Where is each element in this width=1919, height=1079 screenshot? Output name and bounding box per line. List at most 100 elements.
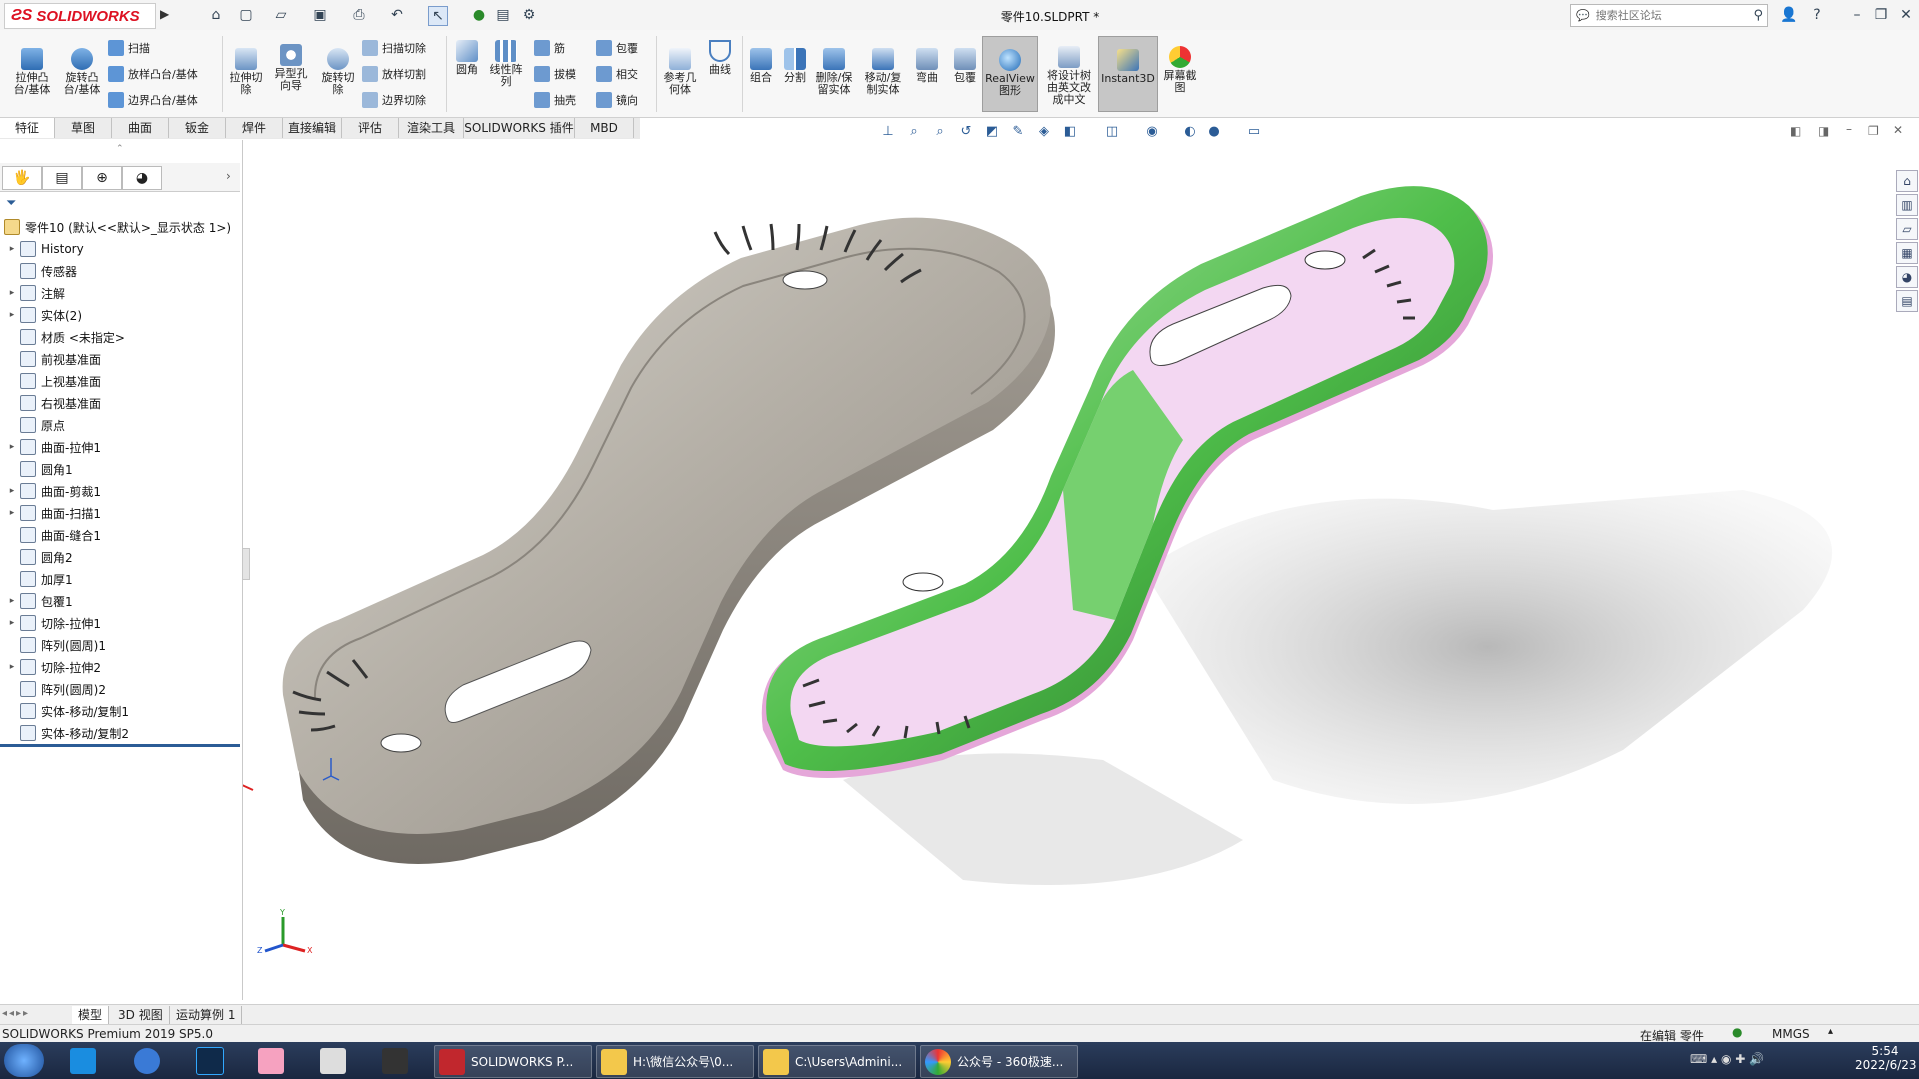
units-arrow-icon[interactable]: ▴ — [1828, 1026, 1833, 1037]
rebuild-status-icon[interactable]: ● — [1732, 1025, 1742, 1039]
curves-button[interactable]: 曲线 — [704, 40, 736, 76]
tree-item-material[interactable]: 材质 <未指定> — [0, 326, 125, 348]
extrude-boss-button[interactable]: 拉伸凸 台/基体 — [8, 48, 56, 96]
tab-render-tools[interactable]: 渲染工具 — [399, 118, 464, 138]
boundary-cut-button[interactable]: 边界切除 — [362, 92, 426, 108]
expand-arrow-icon[interactable]: ▸ — [6, 288, 18, 298]
display-manager-tab[interactable]: ◕ — [122, 166, 162, 190]
menu-expand-arrow[interactable]: ▶ — [160, 7, 169, 21]
intersect-button[interactable]: 相交 — [596, 66, 638, 82]
property-manager-tab[interactable]: ▤ — [42, 166, 82, 190]
tab-model[interactable]: 模型 — [72, 1006, 110, 1024]
new-icon[interactable]: ▢ — [237, 6, 255, 24]
render-icon[interactable]: ● — [1206, 124, 1222, 140]
help-icon[interactable]: ? — [1808, 6, 1826, 24]
print-icon[interactable]: ⎙ — [350, 6, 368, 24]
tree-item-sensors[interactable]: 传感器 — [0, 260, 77, 282]
tree-root[interactable]: 零件10 (默认<<默认>_显示状态 1>) — [0, 216, 231, 238]
expand-arrow-icon[interactable]: ▸ — [6, 596, 18, 606]
taskbar-browser[interactable]: 公众号 - 360极速... — [920, 1045, 1078, 1078]
tree-item-annotations[interactable]: ▸ 注解 — [0, 282, 65, 304]
tree-item-circular-pattern1[interactable]: 阵列(圆周)1 — [0, 634, 106, 656]
tree-item-right-plane[interactable]: 右视基准面 — [0, 392, 101, 414]
taskbar-pinned-6[interactable] — [378, 1045, 414, 1076]
units-selector[interactable]: MMGS — [1772, 1027, 1810, 1041]
split-button[interactable]: 分割 — [778, 48, 812, 84]
clock[interactable]: 5:54 2022/6/23 — [1855, 1044, 1917, 1072]
tree-item-fillet1[interactable]: 圆角1 — [0, 458, 73, 480]
tree-item-history[interactable]: ▸ History — [0, 238, 84, 260]
options-icon[interactable]: ⚙ — [520, 6, 538, 24]
revolve-cut-button[interactable]: 旋转切 除 — [316, 48, 360, 96]
view-orient-icon[interactable]: ⊥ — [880, 124, 896, 140]
scene-icon[interactable]: ◐ — [1182, 124, 1198, 140]
tree-item-wrap1[interactable]: ▸ 包覆1 — [0, 590, 73, 612]
tab-scroll-arrows[interactable]: ◂◂▸▸ — [2, 1008, 30, 1019]
expand-arrow-icon[interactable]: ▸ — [6, 442, 18, 452]
taskbar-solidworks[interactable]: SOLIDWORKS P... — [434, 1045, 592, 1078]
taskbar-photoshop[interactable] — [192, 1045, 230, 1076]
wrap-button[interactable]: 包覆 — [596, 40, 638, 56]
pane-expand-icon[interactable]: ◨ — [1818, 124, 1829, 138]
revolve-boss-button[interactable]: 旋转凸 台/基体 — [58, 48, 106, 96]
monitor-icon[interactable]: ▭ — [1246, 124, 1262, 140]
tree-item-surface-sweep1[interactable]: ▸ 曲面-扫描1 — [0, 502, 101, 524]
tree-item-surface-knit1[interactable]: 曲面-缝合1 — [0, 524, 101, 546]
undo-icon[interactable]: ↶ — [388, 6, 406, 24]
zoom-fit-icon[interactable]: ⌕ — [906, 124, 922, 140]
tree-item-fillet2[interactable]: 圆角2 — [0, 546, 73, 568]
tab-sheet-metal[interactable]: 钣金 — [169, 118, 226, 138]
search-icon[interactable]: ⚲ — [1753, 8, 1763, 23]
tab-features[interactable]: 特征 — [0, 118, 55, 138]
tree-item-top-plane[interactable]: 上视基准面 — [0, 370, 101, 392]
tree-item-thicken1[interactable]: 加厚1 — [0, 568, 73, 590]
design-library-icon[interactable]: ▥ — [1896, 194, 1918, 216]
view-orientation-icon[interactable]: ◈ — [1036, 124, 1052, 140]
screenshot-button[interactable]: 屏幕截 图 — [1160, 46, 1200, 94]
section-view-icon[interactable]: ◩ — [984, 124, 1000, 140]
previous-view-icon[interactable]: ↺ — [958, 124, 974, 140]
reference-geometry-button[interactable]: 参考几 何体 — [658, 48, 702, 96]
hide-show-icon[interactable]: ◫ — [1104, 124, 1120, 140]
custom-properties-icon[interactable]: ▤ — [1896, 290, 1918, 312]
tab-sketch[interactable]: 草图 — [55, 118, 112, 138]
extrude-cut-button[interactable]: 拉伸切 除 — [224, 48, 268, 96]
appearances-icon[interactable]: ◕ — [1896, 266, 1918, 288]
configuration-manager-tab[interactable]: ⊕ — [82, 166, 122, 190]
pane-collapse-icon[interactable]: ◧ — [1790, 124, 1801, 138]
expand-arrow-icon[interactable]: ▸ — [6, 244, 18, 254]
close-icon[interactable]: ✕ — [1897, 6, 1915, 24]
doc-close-icon[interactable]: ✕ — [1893, 123, 1903, 137]
delete-keep-body-button[interactable]: 删除/保 留实体 — [812, 48, 856, 96]
pane-splitter-handle[interactable]: ⌃ — [116, 144, 124, 154]
zoom-area-icon[interactable]: ⌕ — [932, 124, 948, 140]
tab-evaluate[interactable]: 评估 — [342, 118, 399, 138]
wrap-large-button[interactable]: 包覆 — [948, 48, 982, 84]
linear-pattern-button[interactable]: 线性阵 列 — [486, 40, 526, 88]
dynamic-annotation-icon[interactable]: ✎ — [1010, 124, 1026, 140]
save-icon[interactable]: ▣ — [311, 6, 329, 24]
flex-button[interactable]: 弯曲 — [910, 48, 944, 84]
minimize-icon[interactable]: – — [1848, 6, 1866, 24]
tree-item-surface-trim1[interactable]: ▸ 曲面-剪裁1 — [0, 480, 101, 502]
combine-button[interactable]: 组合 — [744, 48, 778, 84]
search-input[interactable] — [1593, 8, 1738, 23]
select-icon[interactable]: ↖ — [428, 6, 448, 26]
tree-item-body-move-copy2[interactable]: 实体-移动/复制2 — [0, 722, 129, 744]
instant3d-button[interactable]: Instant3D — [1098, 36, 1158, 112]
display-style-icon[interactable]: ◧ — [1062, 124, 1078, 140]
tree-item-cut-extrude1[interactable]: ▸ 切除-拉伸1 — [0, 612, 101, 634]
tab-3d-views[interactable]: 3D 视图 — [112, 1006, 170, 1024]
tree-item-solid-bodies[interactable]: ▸ 实体(2) — [0, 304, 82, 326]
tab-direct-editing[interactable]: 直接编辑 — [283, 118, 342, 138]
solidworks-logo[interactable]: ƧS SOLIDWORKS — [4, 3, 156, 29]
expand-arrow-icon[interactable]: ▸ — [6, 618, 18, 628]
realview-button[interactable]: RealView 图形 — [982, 36, 1038, 112]
tree-item-circular-pattern2[interactable]: 阵列(圆周)2 — [0, 678, 106, 700]
restore-icon[interactable]: ❐ — [1872, 6, 1890, 24]
draft-button[interactable]: 拔模 — [534, 66, 576, 82]
translate-tree-button[interactable]: 将设计树 由英文改 成中文 — [1042, 46, 1096, 106]
search-box[interactable]: 💬 ⚲ — [1570, 4, 1768, 27]
move-copy-body-button[interactable]: 移动/复 制实体 — [860, 48, 906, 96]
fillet-button[interactable]: 圆角 — [450, 40, 484, 76]
